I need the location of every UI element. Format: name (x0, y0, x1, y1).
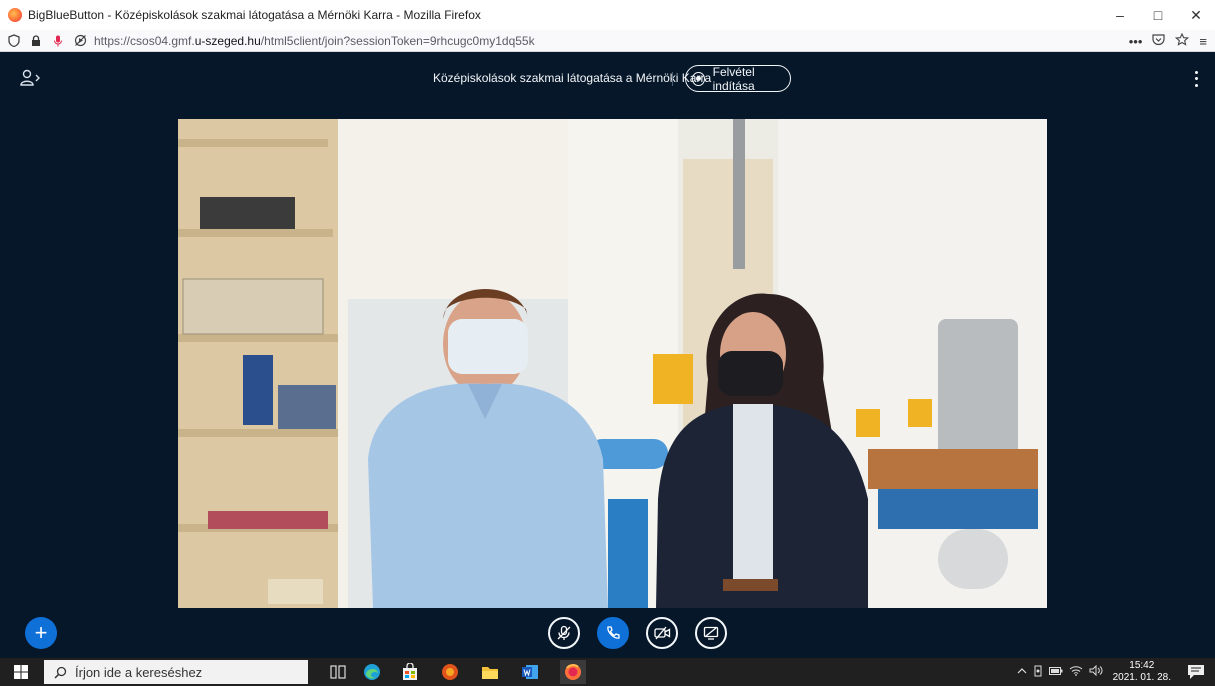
kebab-dot-icon (1194, 70, 1198, 74)
url-bar-actions: ••• ≡ (1129, 30, 1207, 52)
microphone-muted-icon (557, 625, 571, 640)
task-view-icon[interactable] (328, 662, 348, 682)
firefox-logo-icon (8, 8, 22, 22)
window-controls: – □ ✕ (1101, 0, 1215, 30)
notification-center-icon[interactable] (1187, 664, 1205, 680)
taskbar-search-box[interactable]: Írjon ide a kereséshez (44, 660, 308, 684)
url-text[interactable]: https://csos04.gmf.u-szeged.hu/html5clie… (94, 34, 535, 48)
microsoft-store-icon[interactable] (400, 662, 420, 682)
minimize-button[interactable]: – (1101, 0, 1139, 30)
meeting-title: Középiskolások szakmai látogatása a Mérn… (433, 71, 712, 85)
user-list-toggle-icon[interactable] (20, 69, 44, 89)
pocket-icon[interactable] (1152, 33, 1166, 49)
bbb-top-bar: Középiskolások szakmai látogatása a Mérn… (0, 53, 1215, 105)
firefox-taskbar-icon[interactable] (560, 660, 586, 684)
options-menu-button[interactable] (1189, 69, 1203, 89)
app-icon[interactable] (440, 662, 460, 682)
page-actions-button[interactable]: ••• (1129, 34, 1143, 49)
system-tray: 15:42 2021. 01. 28. (1017, 658, 1171, 686)
kebab-dot-icon (1194, 84, 1198, 88)
wifi-icon[interactable] (1069, 665, 1083, 679)
autoplay-blocked-icon[interactable] (72, 33, 88, 49)
word-icon[interactable] (520, 662, 540, 682)
edge-browser-icon[interactable] (362, 662, 382, 682)
mute-microphone-button[interactable] (548, 617, 580, 649)
share-webcam-button[interactable] (646, 617, 678, 649)
chevron-up-icon[interactable] (1017, 666, 1027, 678)
bookmark-star-icon[interactable] (1175, 32, 1190, 49)
actions-plus-button[interactable]: + (25, 617, 57, 649)
maximize-button[interactable]: □ (1139, 0, 1177, 30)
url-bar[interactable]: https://csos04.gmf.u-szeged.hu/html5clie… (0, 30, 1215, 52)
leave-audio-button[interactable] (597, 617, 629, 649)
usb-device-icon[interactable] (1033, 665, 1043, 680)
record-icon (692, 71, 705, 86)
hamburger-menu-button[interactable]: ≡ (1199, 34, 1207, 49)
windows-start-icon[interactable] (14, 665, 28, 679)
shield-icon[interactable] (6, 33, 22, 49)
window-title: BigBlueButton - Középiskolások szakmai l… (28, 8, 481, 22)
webcam-video (178, 119, 1047, 608)
clock-date: 2021. 01. 28. (1112, 672, 1171, 683)
url-prefix: https://csos04.gmf. (94, 33, 195, 48)
screenshare-off-icon (703, 626, 719, 640)
battery-icon[interactable] (1048, 666, 1063, 678)
webcam-video-frame (178, 119, 1047, 608)
search-placeholder: Írjon ide a kereséshez (75, 664, 203, 680)
search-icon (54, 666, 67, 679)
title-divider (672, 72, 673, 86)
url-path: /html5client/join?sessionToken=9rhcugc0m… (260, 33, 535, 48)
lock-icon[interactable] (28, 33, 44, 49)
record-label: Felvétel indítása (712, 64, 755, 93)
clock-time: 15:42 (1129, 660, 1155, 671)
windows-taskbar: Írjon ide a kereséshez 15:42 2021. 01. 2… (0, 658, 1215, 686)
file-explorer-icon[interactable] (480, 662, 500, 682)
kebab-dot-icon (1194, 77, 1198, 81)
phone-icon (607, 626, 620, 639)
share-screen-button[interactable] (695, 617, 727, 649)
start-recording-button[interactable]: Felvétel indítása (685, 64, 791, 93)
url-host: u-szeged.hu (194, 33, 261, 48)
microphone-permission-icon[interactable] (50, 33, 66, 49)
taskbar-clock[interactable]: 15:42 2021. 01. 28. (1113, 660, 1171, 684)
browser-title-bar: BigBlueButton - Középiskolások szakmai l… (0, 0, 1215, 30)
video-camera-off-icon (653, 626, 670, 640)
volume-icon[interactable] (1089, 664, 1103, 679)
close-window-button[interactable]: ✕ (1177, 0, 1215, 30)
